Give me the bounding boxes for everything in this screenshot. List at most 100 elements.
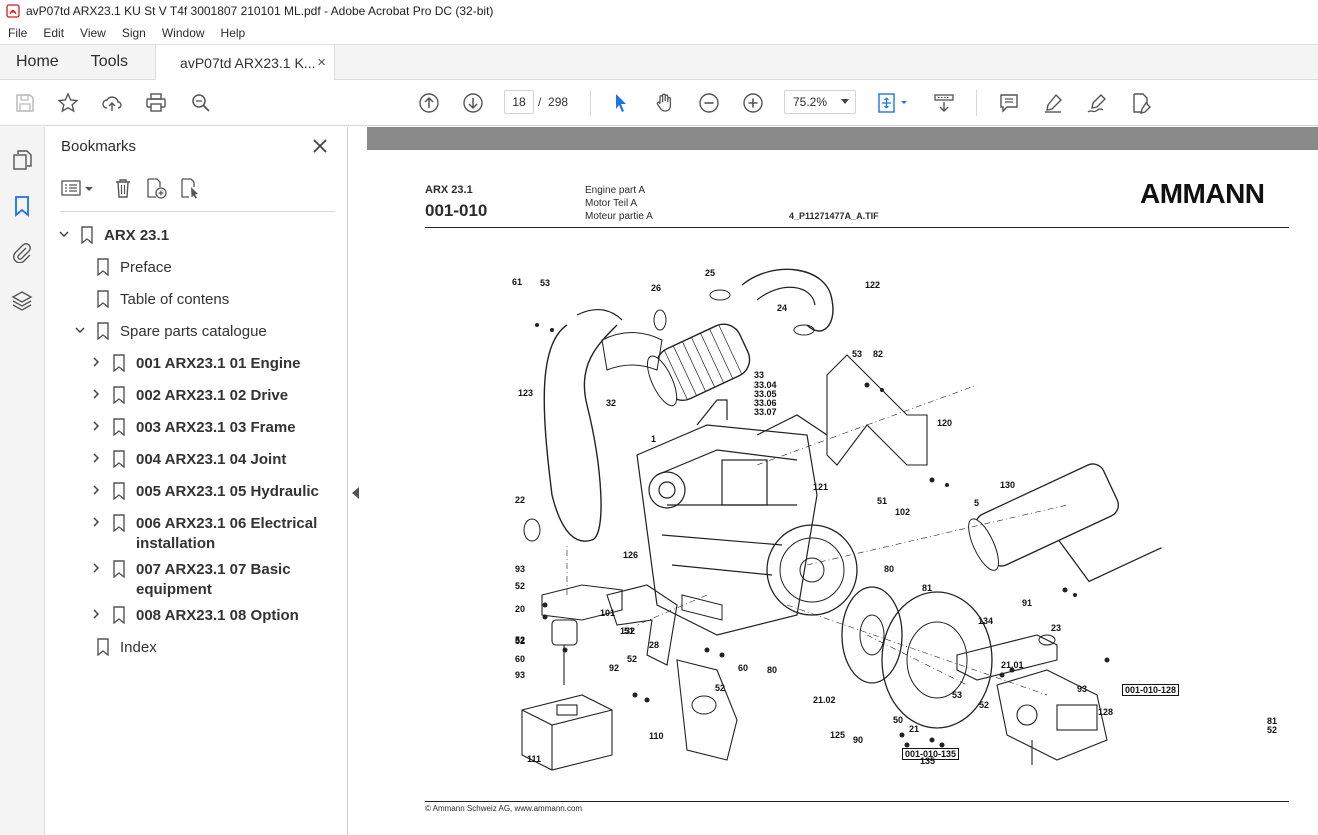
part-callout: 125: [830, 730, 846, 740]
bookmark-item[interactable]: 006 ARX23.1 06 Electrical installation: [90, 514, 336, 554]
part-callout: 23: [1051, 623, 1062, 633]
tab-document[interactable]: avP07td ARX23.1 K... ×: [155, 45, 336, 80]
save-icon[interactable]: [13, 91, 37, 115]
print-icon[interactable]: [144, 91, 168, 115]
sign-icon[interactable]: [1085, 91, 1109, 115]
tab-home[interactable]: Home: [0, 45, 75, 79]
bookmark-item[interactable]: 003 ARX23.1 03 Frame: [90, 418, 296, 438]
part-callout: 20: [515, 604, 526, 614]
edit-pdf-icon[interactable]: [1129, 91, 1153, 115]
part-callout: 80: [767, 665, 778, 675]
part-callout: 53: [852, 349, 863, 359]
chevron-right-icon[interactable]: [90, 386, 102, 402]
chevron-right-icon[interactable]: [90, 606, 102, 622]
part-callout: 21.02: [813, 695, 836, 705]
bookmark-label: 002 ARX23.1 02 Drive: [136, 387, 289, 404]
new-bookmark-icon[interactable]: [145, 177, 169, 201]
part-callout: 26: [651, 283, 662, 293]
part-callout: 92: [609, 663, 620, 673]
chevron-right-icon[interactable]: [90, 354, 102, 370]
part-callout: 52: [1267, 725, 1278, 735]
chevron-down-icon[interactable]: [74, 322, 86, 338]
bookmark-label: Table of contens: [120, 291, 230, 308]
tab-bar: Home Tools avP07td ARX23.1 K... ×: [0, 44, 1318, 80]
bookmark-item[interactable]: Table of contens: [74, 290, 229, 310]
bookmark-item[interactable]: Index: [74, 638, 157, 658]
bookmark-label: 008 ARX23.1 08 Option: [136, 607, 299, 624]
delete-bookmark-icon[interactable]: [112, 177, 136, 201]
bookmark-icon: [96, 638, 110, 657]
part-callout: 120: [937, 418, 953, 428]
chevron-right-icon[interactable]: [90, 418, 102, 434]
menu-help[interactable]: Help: [213, 26, 254, 40]
menu-file[interactable]: File: [0, 26, 35, 40]
menu-view[interactable]: View: [72, 26, 114, 40]
part-callout: 123: [518, 388, 534, 398]
toolbar-divider: [590, 90, 591, 116]
bookmark-options-icon[interactable]: [60, 177, 98, 201]
part-callout: 122: [865, 280, 881, 290]
chevron-right-icon[interactable]: [90, 482, 102, 498]
part-callout: 110: [649, 731, 664, 741]
part-callout: 22: [515, 495, 526, 505]
chevron-down-icon[interactable]: [58, 226, 70, 242]
bookmark-item[interactable]: 008 ARX23.1 08 Option: [90, 606, 299, 626]
bookmark-item[interactable]: Preface: [74, 258, 172, 278]
bookmark-item[interactable]: 005 ARX23.1 05 Hydraulic: [90, 482, 319, 502]
bookmark-item[interactable]: Spare parts catalogue: [74, 322, 267, 342]
part-callout: 52: [715, 683, 726, 693]
search-zoom-icon[interactable]: [189, 91, 213, 115]
bookmark-icon: [112, 560, 126, 579]
chevron-right-icon[interactable]: [90, 560, 102, 576]
page-number-input[interactable]: 18: [504, 90, 534, 114]
bookmark-item[interactable]: 001 ARX23.1 01 Engine: [90, 354, 301, 374]
fit-page-icon[interactable]: [876, 91, 912, 115]
close-icon[interactable]: [310, 136, 330, 156]
bookmark-item[interactable]: 002 ARX23.1 02 Drive: [90, 386, 288, 406]
bookmark-icon: [112, 606, 126, 625]
bookmark-icon: [112, 354, 126, 373]
select-arrow-icon[interactable]: [609, 91, 633, 115]
comment-icon[interactable]: [997, 91, 1021, 115]
highlight-icon[interactable]: [1041, 91, 1065, 115]
zoom-select[interactable]: 75.2%: [784, 90, 856, 114]
chevron-right-icon[interactable]: [90, 514, 102, 530]
bookmark-icon: [112, 450, 126, 469]
bookmark-item[interactable]: 004 ARX23.1 04 Joint: [90, 450, 286, 470]
zoom-in-icon[interactable]: [741, 91, 765, 115]
part-callout: 135: [920, 756, 936, 766]
main-toolbar: 18 / 298 75.2%: [0, 80, 1318, 126]
exploded-parts-drawing: [521, 268, 1162, 771]
part-callout: 82: [873, 349, 884, 359]
upload-icon[interactable]: [100, 91, 124, 115]
part-callout: 60: [515, 654, 526, 664]
layers-icon[interactable]: [11, 289, 33, 311]
tab-close-icon[interactable]: ×: [317, 54, 326, 71]
chevron-right-icon[interactable]: [90, 450, 102, 466]
menu-window[interactable]: Window: [154, 26, 213, 40]
star-icon[interactable]: [56, 91, 80, 115]
page-down-icon[interactable]: [461, 91, 485, 115]
part-callout: 93: [515, 670, 526, 680]
menu-edit[interactable]: Edit: [35, 26, 72, 40]
bookmark-label: Spare parts catalogue: [120, 323, 267, 340]
attachment-icon[interactable]: [11, 241, 33, 264]
bookmark-icon[interactable]: [11, 195, 33, 217]
collapse-panel-icon[interactable]: [352, 487, 359, 499]
part-callout: 80: [884, 564, 895, 574]
bookmark-icon: [112, 418, 126, 437]
page-up-icon[interactable]: [417, 91, 441, 115]
bookmark-item[interactable]: 007 ARX23.1 07 Basic equipment: [90, 560, 336, 600]
pages-icon[interactable]: [11, 149, 33, 171]
bookmark-label: ARX 23.1: [104, 227, 170, 244]
menu-sign[interactable]: Sign: [114, 26, 154, 40]
bookmark-search-icon[interactable]: [179, 177, 203, 201]
bookmark-label: Preface: [120, 259, 172, 276]
zoom-out-icon[interactable]: [697, 91, 721, 115]
tab-tools[interactable]: Tools: [75, 45, 155, 79]
scroll-mode-icon[interactable]: [932, 91, 956, 115]
bookmark-item[interactable]: ARX 23.1: [58, 226, 169, 246]
hand-icon[interactable]: [653, 91, 677, 115]
